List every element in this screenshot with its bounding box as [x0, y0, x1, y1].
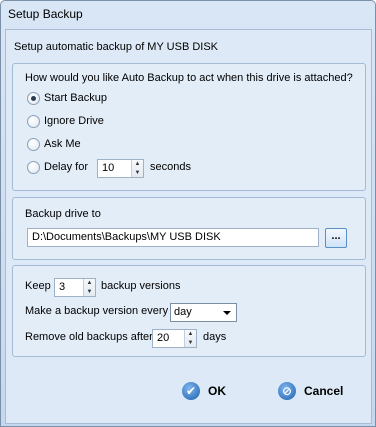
- radio-button[interactable]: [27, 161, 40, 174]
- radio-label: Ask Me: [44, 138, 81, 150]
- backup-drive-label: Backup drive to: [25, 208, 101, 220]
- keep-label: Keep: [25, 280, 51, 292]
- delay-value[interactable]: 10: [102, 162, 114, 174]
- title-bar[interactable]: Setup Backup: [1, 1, 375, 27]
- setup-backup-dialog: Setup Backup Setup automatic backup of M…: [0, 0, 376, 427]
- keep-suffix-label: backup versions: [101, 280, 181, 292]
- frequency-value: day: [174, 306, 192, 318]
- cancel-circle-icon: ⊘: [278, 382, 296, 400]
- dialog-subtitle: Setup automatic backup of MY USB DISK: [14, 41, 219, 53]
- keep-value[interactable]: 3: [59, 281, 65, 293]
- spin-buttons: ▲ ▼: [184, 330, 196, 347]
- cancel-button[interactable]: ⊘ Cancel: [278, 381, 358, 403]
- dropdown-arrow-icon[interactable]: [223, 311, 231, 315]
- backup-path-value[interactable]: D:\Documents\Backups\MY USB DISK: [32, 231, 221, 243]
- radio-delay-for[interactable]: Delay for: [27, 161, 93, 175]
- chevron-up-icon[interactable]: ▲: [132, 160, 143, 168]
- radio-button[interactable]: [27, 92, 40, 105]
- remove-value[interactable]: 20: [157, 332, 169, 344]
- radio-start-backup[interactable]: Start Backup: [27, 92, 227, 106]
- remove-days-stepper[interactable]: 20 ▲ ▼: [152, 329, 197, 348]
- attach-question: How would you like Auto Backup to act wh…: [25, 72, 353, 84]
- radio-ask-me[interactable]: Ask Me: [27, 138, 227, 152]
- dialog-content: Setup automatic backup of MY USB DISK Ho…: [5, 29, 372, 424]
- radio-label: Delay for: [44, 161, 89, 173]
- ok-button[interactable]: ✔ OK: [182, 381, 242, 403]
- browse-button[interactable]: ...: [325, 228, 347, 248]
- spin-buttons: ▲ ▼: [131, 160, 143, 177]
- radio-ignore-drive[interactable]: Ignore Drive: [27, 115, 227, 129]
- backup-path-field[interactable]: D:\Documents\Backups\MY USB DISK: [27, 228, 319, 247]
- backup-versions-group: Keep 3 ▲ ▼ backup versions Make a backup…: [12, 265, 366, 357]
- cancel-label: Cancel: [304, 384, 344, 398]
- remove-suffix-label: days: [203, 331, 227, 343]
- check-circle-icon: ✔: [182, 382, 200, 400]
- delay-seconds-stepper[interactable]: 10 ▲ ▼: [97, 159, 144, 178]
- ok-label: OK: [208, 384, 226, 398]
- window-title: Setup Backup: [8, 7, 83, 21]
- radio-label: Start Backup: [44, 92, 107, 104]
- spin-buttons: ▲ ▼: [83, 279, 95, 296]
- chevron-up-icon[interactable]: ▲: [84, 279, 95, 287]
- chevron-down-icon[interactable]: ▼: [185, 339, 196, 347]
- keep-versions-stepper[interactable]: 3 ▲ ▼: [54, 278, 96, 297]
- attach-action-group: How would you like Auto Backup to act wh…: [12, 63, 366, 191]
- chevron-down-icon[interactable]: ▼: [84, 288, 95, 296]
- chevron-up-icon[interactable]: ▲: [185, 330, 196, 338]
- radio-label: Ignore Drive: [44, 115, 104, 127]
- every-label: Make a backup version every: [25, 305, 169, 317]
- delay-unit-label: seconds: [150, 161, 191, 173]
- chevron-down-icon[interactable]: ▼: [132, 169, 143, 177]
- radio-button[interactable]: [27, 115, 40, 128]
- radio-button[interactable]: [27, 138, 40, 151]
- backup-frequency-select[interactable]: day: [170, 303, 237, 322]
- remove-label: Remove old backups after: [25, 331, 153, 343]
- backup-drive-group: Backup drive to D:\Documents\Backups\MY …: [12, 197, 366, 260]
